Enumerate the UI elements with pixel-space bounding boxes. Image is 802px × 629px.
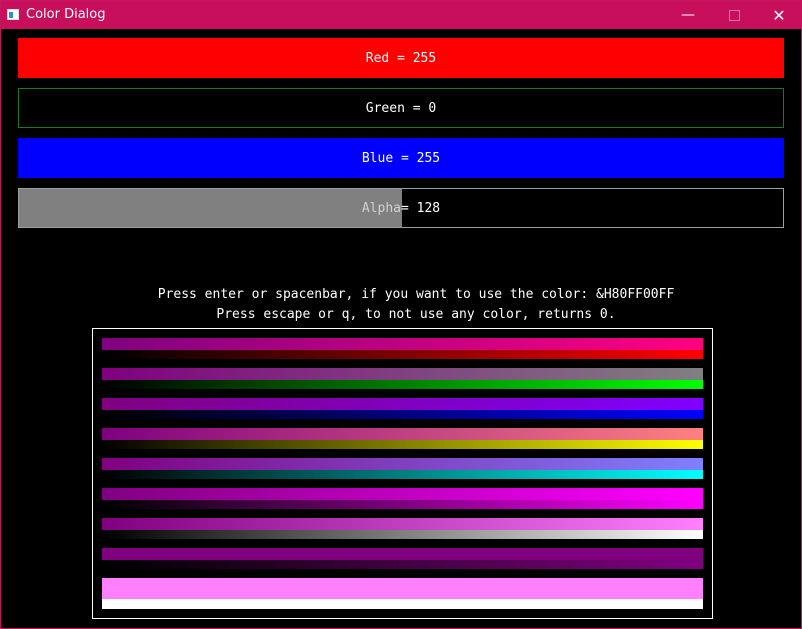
minimize-icon: — [681,7,695,23]
green-slider[interactable]: Green = 0 [18,88,784,128]
color-dialog-window: Color Dialog — ✕ Red = 255 Green = 0 Blu… [0,0,802,629]
app-icon [7,9,19,20]
palette-underline-pink [102,530,703,539]
palette-underline-gray [102,380,703,389]
palette-swatch-gray[interactable] [102,368,703,380]
palette-underline-magenta [102,500,703,509]
close-icon: ✕ [772,5,786,25]
red-slider-label: Red = 255 [365,50,437,66]
cancel-instruction: Press escape or q, to not use any color,… [216,307,616,322]
palette-swatch-periwinkle[interactable] [102,458,703,470]
palette-swatch-red[interactable] [102,338,703,350]
palette-swatch-light-pink[interactable] [102,578,703,599]
maximize-button[interactable] [711,1,757,29]
minimize-button[interactable]: — [665,1,711,29]
title-bar[interactable]: Color Dialog — ✕ [1,1,801,29]
palette-row-plum[interactable] [102,548,703,569]
alpha-slider[interactable]: Alpha = 128 [18,188,784,228]
window-title: Color Dialog [26,7,106,22]
maximize-icon [728,9,740,21]
palette-row-periwinkle[interactable] [102,458,703,479]
palette-swatch-violet[interactable] [102,398,703,410]
palette-underline-plum [102,560,703,569]
palette-underline-violet [102,410,703,419]
green-slider-label: Green = 0 [365,100,437,116]
palette-underline-periwinkle [102,470,703,479]
palette-row-violet[interactable] [102,398,703,419]
alpha-slider-label: Alpha = 128 [19,189,783,227]
palette-row-salmon[interactable] [102,428,703,449]
red-slider[interactable]: Red = 255 [18,38,784,78]
palette-swatch-pink[interactable] [102,518,703,530]
status-strip [1,625,801,628]
palette-row-red[interactable] [102,338,703,359]
color-palette[interactable] [92,328,713,619]
palette-row-magenta[interactable] [102,488,703,509]
palette-swatch-magenta[interactable] [102,488,703,500]
alpha-label-prefix: Alpha [361,200,401,216]
close-button[interactable]: ✕ [756,1,802,29]
blue-slider[interactable]: Blue = 255 [18,138,784,178]
palette-underline-salmon [102,440,703,449]
palette-underline-light-pink [102,599,703,609]
palette-row-gray[interactable] [102,368,703,389]
palette-swatch-plum[interactable] [102,548,703,560]
blue-slider-label: Blue = 255 [361,150,441,166]
alpha-label-value: = 128 [401,200,441,216]
palette-row-pink[interactable] [102,518,703,539]
palette-row-light-pink[interactable] [102,578,703,609]
palette-underline-red [102,350,703,359]
palette-swatch-salmon[interactable] [102,428,703,440]
confirm-instruction: Press enter or spacenbar, if you want to… [157,287,675,302]
